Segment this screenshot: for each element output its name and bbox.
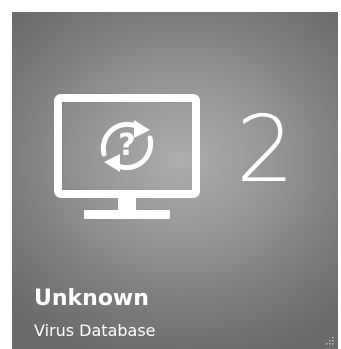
item-count: 2 [236, 96, 295, 203]
tile-subtitle: Virus Database [34, 321, 156, 340]
resize-grip-icon [326, 337, 334, 345]
virus-database-status-tile[interactable]: ? 2 Unknown Virus Database [12, 12, 338, 349]
monitor-refresh-question-icon: ? [54, 94, 200, 219]
svg-text:?: ? [118, 128, 135, 163]
tile-title: Unknown [34, 286, 149, 311]
